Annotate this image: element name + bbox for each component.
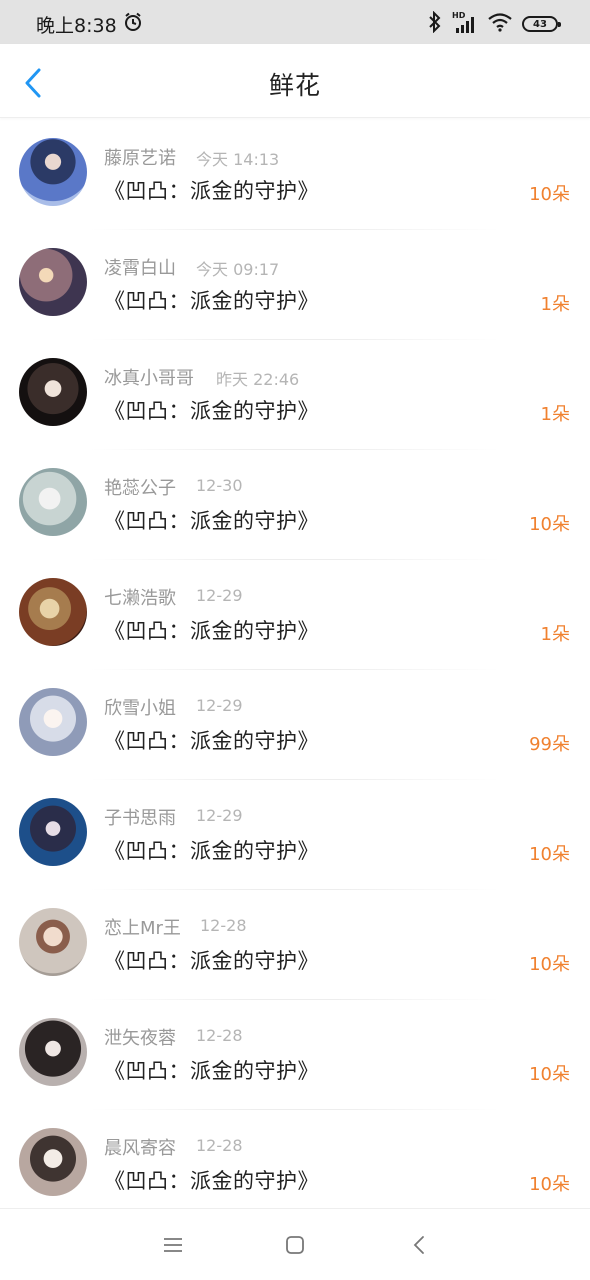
flower-count: 99朵 [529, 734, 570, 755]
book-title: 《凹凸：派金的守护》 [104, 839, 319, 863]
list-item[interactable]: 晨风寄容 12-28 《凹凸：派金的守护》 10朵 [0, 1110, 590, 1220]
flower-count: 10朵 [529, 844, 570, 865]
signal-icon: HD [452, 11, 478, 35]
user-name[interactable]: 欣雪小姐 [104, 694, 176, 720]
user-name[interactable]: 恋上Mr王 [104, 914, 181, 940]
avatar[interactable] [19, 358, 87, 426]
avatar[interactable] [19, 908, 87, 976]
system-nav-bar [0, 1208, 590, 1280]
user-name[interactable]: 藤原艺诺 [104, 144, 176, 170]
flower-count: 10朵 [529, 184, 570, 205]
book-title: 《凹凸：派金的守护》 [104, 289, 319, 313]
book-title: 《凹凸：派金的守护》 [104, 179, 319, 203]
timestamp: 12-29 [196, 806, 243, 825]
flower-record-list: 藤原艺诺 今天 14:13 《凹凸：派金的守护》 10朵 凌霄白山 今天 09:… [0, 120, 590, 1220]
timestamp: 12-29 [196, 696, 243, 715]
battery-level: 43 [533, 18, 547, 30]
list-item[interactable]: 恋上Mr王 12-28 《凹凸：派金的守护》 10朵 [0, 890, 590, 1000]
battery-icon: 43 [522, 16, 561, 32]
list-item[interactable]: 艳蕊公子 12-30 《凹凸：派金的守护》 10朵 [0, 450, 590, 560]
timestamp: 12-28 [196, 1136, 243, 1155]
avatar[interactable] [19, 248, 87, 316]
user-name[interactable]: 七濑浩歌 [104, 584, 176, 610]
book-title: 《凹凸：派金的守护》 [104, 399, 319, 423]
user-name[interactable]: 晨风寄容 [104, 1134, 176, 1160]
status-bar: 晚上8:38 HD 43 [0, 0, 590, 48]
bluetooth-icon [428, 10, 442, 37]
avatar[interactable] [19, 688, 87, 756]
avatar[interactable] [19, 578, 87, 646]
alarm-icon [123, 12, 143, 37]
flower-count: 10朵 [529, 954, 570, 975]
status-left: 晚上8:38 [36, 11, 143, 38]
recent-apps-button[interactable] [158, 1231, 188, 1259]
back-icon [413, 1236, 424, 1254]
page-title: 鲜花 [268, 71, 321, 100]
avatar[interactable] [19, 1018, 87, 1086]
book-title: 《凹凸：派金的守护》 [104, 1169, 319, 1193]
menu-icon [164, 1238, 182, 1252]
avatar[interactable] [19, 138, 87, 206]
book-title: 《凹凸：派金的守护》 [104, 619, 319, 643]
home-icon [286, 1236, 304, 1254]
avatar[interactable] [19, 798, 87, 866]
timestamp: 12-30 [196, 476, 243, 495]
wifi-icon [488, 12, 512, 36]
flower-count: 10朵 [529, 514, 570, 535]
book-title: 《凹凸：派金的守护》 [104, 729, 319, 753]
book-title: 《凹凸：派金的守护》 [104, 1059, 319, 1083]
list-item[interactable]: 凌霄白山 今天 09:17 《凹凸：派金的守护》 1朵 [0, 230, 590, 340]
screen: 晚上8:38 HD 43 鲜花 藤原艺诺 今天 14:13 《凹凸：派金的守护》… [0, 0, 590, 1280]
flower-count: 1朵 [540, 624, 570, 645]
timestamp: 昨天 22:46 [216, 370, 300, 389]
timestamp: 12-29 [196, 586, 243, 605]
status-time: 晚上8:38 [36, 14, 117, 37]
app-header: 鲜花 [0, 44, 590, 118]
flower-count: 1朵 [540, 404, 570, 425]
timestamp: 今天 14:13 [196, 150, 280, 169]
book-title: 《凹凸：派金的守护》 [104, 509, 319, 533]
list-item[interactable]: 子书思雨 12-29 《凹凸：派金的守护》 10朵 [0, 780, 590, 890]
list-item[interactable]: 欣雪小姐 12-29 《凹凸：派金的守护》 99朵 [0, 670, 590, 780]
timestamp: 12-28 [200, 916, 247, 935]
flower-count: 1朵 [540, 294, 570, 315]
flower-count: 10朵 [529, 1174, 570, 1195]
flower-count: 10朵 [529, 1064, 570, 1085]
timestamp: 12-28 [196, 1026, 243, 1045]
user-name[interactable]: 冰真小哥哥 [104, 364, 194, 390]
avatar[interactable] [19, 1128, 87, 1196]
list-item[interactable]: 冰真小哥哥 昨天 22:46 《凹凸：派金的守护》 1朵 [0, 340, 590, 450]
system-back-button[interactable] [404, 1231, 434, 1259]
home-button[interactable] [280, 1231, 310, 1259]
timestamp: 今天 09:17 [196, 260, 280, 279]
book-title: 《凹凸：派金的守护》 [104, 949, 319, 973]
user-name[interactable]: 子书思雨 [104, 804, 176, 830]
list-item[interactable]: 泄矢夜蓉 12-28 《凹凸：派金的守护》 10朵 [0, 1000, 590, 1110]
avatar[interactable] [19, 468, 87, 536]
user-name[interactable]: 泄矢夜蓉 [104, 1024, 176, 1050]
user-name[interactable]: 艳蕊公子 [104, 474, 176, 500]
status-right: HD 43 [428, 10, 561, 37]
user-name[interactable]: 凌霄白山 [104, 254, 176, 280]
list-item[interactable]: 藤原艺诺 今天 14:13 《凹凸：派金的守护》 10朵 [0, 120, 590, 230]
list-item[interactable]: 七濑浩歌 12-29 《凹凸：派金的守护》 1朵 [0, 560, 590, 670]
